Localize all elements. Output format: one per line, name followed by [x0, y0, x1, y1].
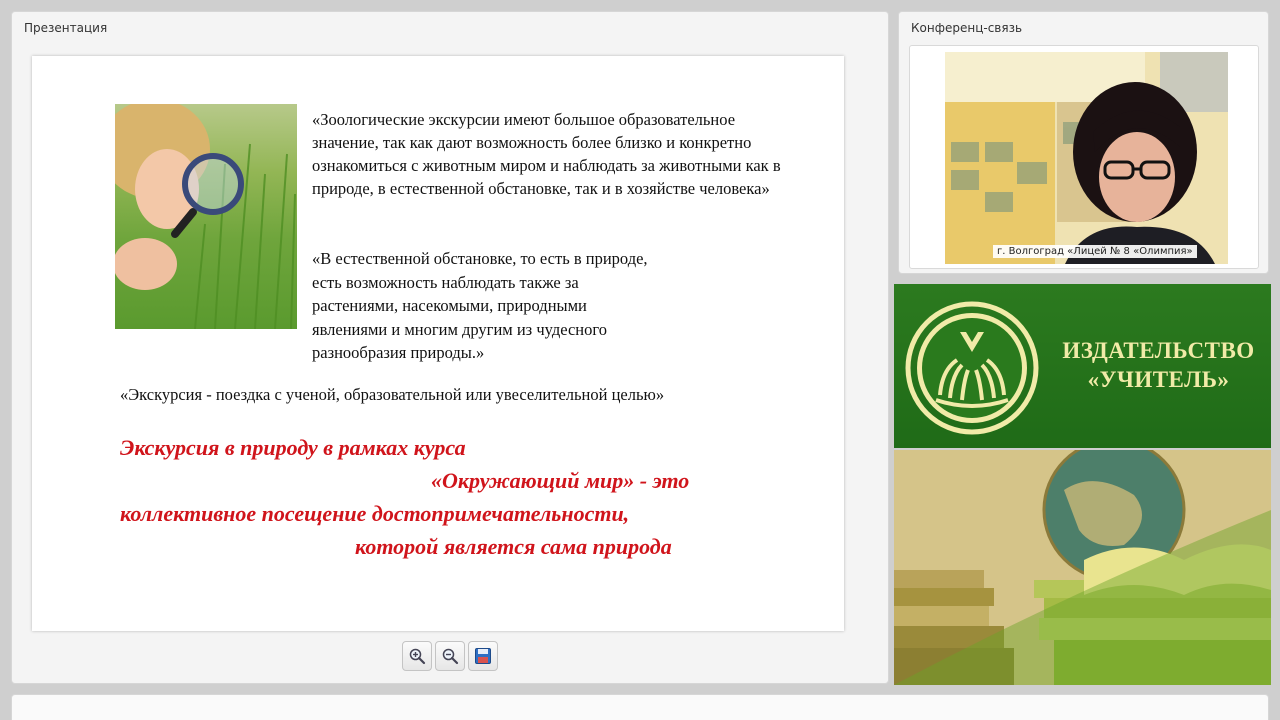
slide-quote-definition: «Экскурсия - поездка с ученой, образоват… [120, 385, 665, 404]
zoom-out-icon [442, 648, 459, 665]
slide-quote-nature-line: разнообразия природы.» [312, 343, 485, 362]
slide-red-line: «Окружающий мир» - это [431, 468, 690, 493]
slide-quote-nature-line: явлениями и многим другим из чудесного [312, 319, 607, 339]
zoom-out-button[interactable] [435, 641, 465, 671]
zoom-in-icon [409, 648, 426, 665]
publisher-logo [905, 301, 1039, 435]
publisher-banner: ИЗДАТЕЛЬСТВО «УЧИТЕЛЬ» [894, 284, 1271, 685]
child-with-magnifier-image [115, 104, 297, 329]
slide-quote-nature: «В естественной обстановке, то есть в пр… [312, 247, 782, 365]
conference-panel: Конференц-связь г. Волгоград «Лицей № 8 … [898, 11, 1269, 274]
slide-red-line: коллективное посещение достопримечательн… [120, 501, 630, 526]
publisher-name: ИЗДАТЕЛЬСТВО «УЧИТЕЛЬ» [1056, 336, 1261, 394]
save-icon [475, 648, 491, 664]
presentation-slide: «Зоологические экскурсии имеют большое о… [32, 56, 844, 631]
publisher-name-line2: «УЧИТЕЛЬ» [1087, 367, 1230, 392]
slide-red-line: Экскурсия в природу в рамках курса [120, 435, 466, 460]
zoom-in-button[interactable] [402, 641, 432, 671]
conference-panel-title: Конференц-связь [911, 21, 1023, 35]
publisher-name-line1: ИЗДАТЕЛЬСТВО [1062, 338, 1255, 363]
save-button[interactable] [468, 641, 498, 671]
slide-quote-nature-line: есть возможность наблюдать также за [312, 272, 579, 292]
video-frame: г. Волгоград «Лицей № 8 «Олимпия» [909, 45, 1259, 269]
slide-red-line: которой является сама природа [355, 534, 672, 559]
video-caption: г. Волгоград «Лицей № 8 «Олимпия» [993, 245, 1197, 258]
slide-quote-zoological: «Зоологические экскурсии имеют большое о… [312, 110, 781, 198]
video-feed[interactable]: г. Волгоград «Лицей № 8 «Олимпия» [945, 52, 1228, 264]
presentation-panel: Презентация «Зоологические экскурсии име… [11, 11, 889, 684]
presentation-panel-title: Презентация [24, 21, 108, 35]
slide-quote-nature-line: растениями, насекомыми, природными [312, 296, 587, 315]
books-globe-image [894, 438, 1271, 685]
bottom-panel [11, 694, 1269, 720]
publisher-header: ИЗДАТЕЛЬСТВО «УЧИТЕЛЬ» [894, 284, 1271, 448]
slide-quote-nature-line: «В естественной обстановке, то есть в пр… [312, 249, 648, 268]
